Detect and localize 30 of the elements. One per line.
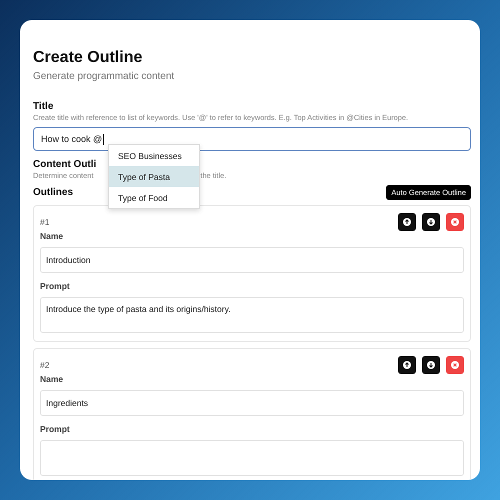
- arrow-up-icon: [403, 361, 411, 369]
- delete-button[interactable]: [446, 356, 464, 374]
- move-up-button[interactable]: [398, 213, 416, 231]
- field-label: Prompt: [40, 281, 71, 291]
- outline-number: #2: [40, 360, 50, 370]
- field-label: Name: [40, 231, 64, 241]
- arrow-up-icon: [403, 218, 411, 226]
- close-icon: [451, 218, 459, 226]
- delete-button[interactable]: [446, 213, 464, 231]
- menu-item[interactable]: Type of Pasta: [109, 166, 199, 187]
- section-label: Content Outli: [33, 158, 98, 171]
- name-field[interactable]: Introduction: [40, 247, 464, 273]
- prompt-field[interactable]: [40, 440, 464, 476]
- page-subtitle: Generate programmatic content: [33, 70, 176, 83]
- move-up-button[interactable]: [398, 356, 416, 374]
- close-icon: [451, 361, 459, 369]
- section-label: Outlines: [33, 186, 74, 199]
- prompt-field[interactable]: Introduce the type of pasta and its origins/history.: [40, 297, 464, 333]
- move-down-button[interactable]: [422, 213, 440, 231]
- field-label: Title: [33, 100, 54, 113]
- arrow-down-icon: [427, 361, 435, 369]
- menu-item[interactable]: SEO Businesses: [109, 145, 199, 166]
- name-field[interactable]: Ingredients: [40, 390, 464, 416]
- field-label: Prompt: [40, 424, 71, 434]
- outline-number: #1: [40, 217, 50, 227]
- page-title: Create Outline: [33, 48, 144, 68]
- field-label: Name: [40, 374, 64, 384]
- arrow-down-icon: [427, 218, 435, 226]
- menu-item[interactable]: Type of Food: [109, 187, 199, 208]
- move-down-button[interactable]: [422, 356, 440, 374]
